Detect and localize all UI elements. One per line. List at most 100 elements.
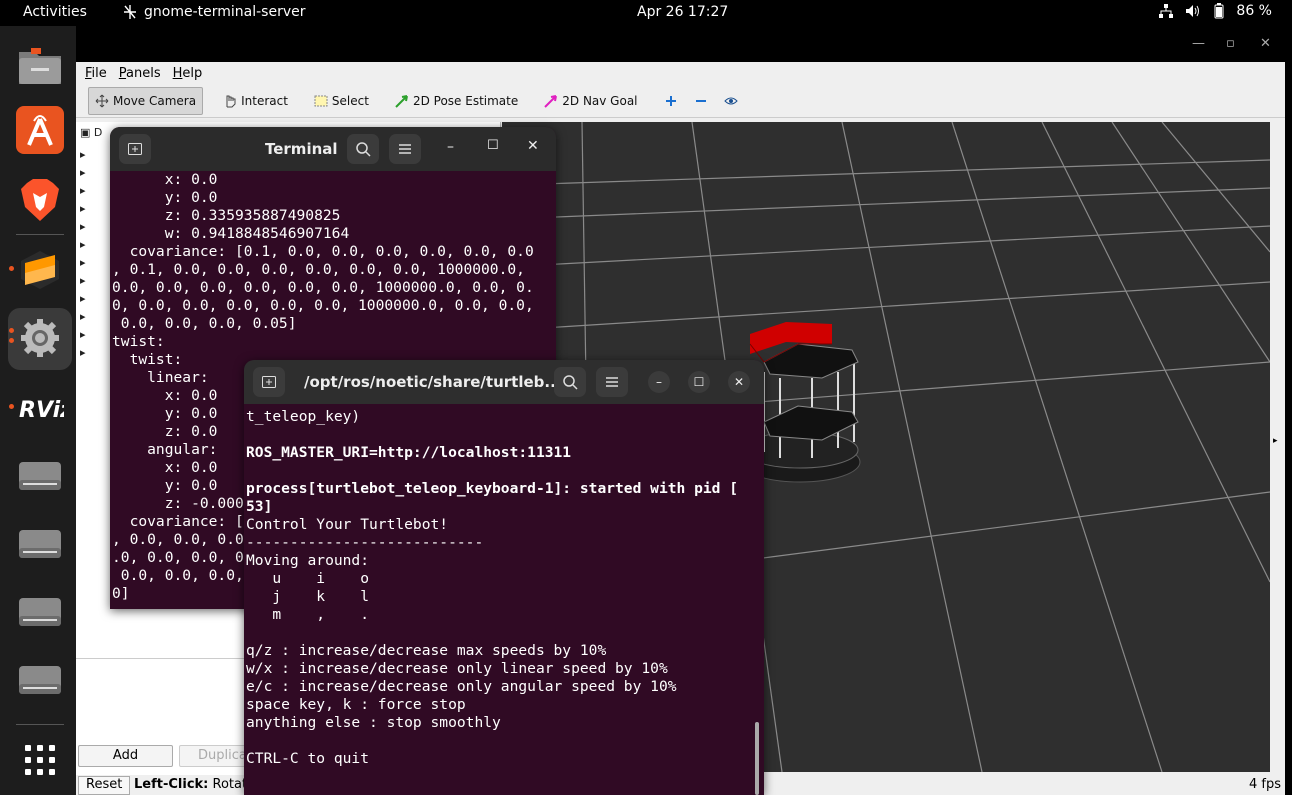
- new-tab-button[interactable]: [253, 367, 285, 397]
- view-panel-button[interactable]: [718, 87, 744, 115]
- tree-expander[interactable]: ▸: [80, 292, 86, 305]
- tree-expander[interactable]: ▸: [80, 256, 86, 269]
- app-menu[interactable]: gnome-terminal-server: [122, 4, 305, 20]
- select-tool[interactable]: Select: [308, 87, 375, 115]
- settings-icon[interactable]: [16, 314, 64, 362]
- search-button[interactable]: [347, 134, 379, 164]
- tree-expander[interactable]: ▸: [80, 166, 86, 179]
- terminal-line: u i o: [246, 570, 370, 587]
- app-grid-icon[interactable]: [16, 736, 64, 784]
- move-camera-tool[interactable]: Move Camera: [88, 86, 204, 115]
- tree-expander[interactable]: ▸: [80, 220, 86, 233]
- displays-header: ▣ D: [80, 126, 102, 139]
- terminal-line: covariance: [0.1, 0.0, 0.0, 0.0, 0.0, 0.…: [112, 243, 534, 260]
- tree-expander[interactable]: ▸: [80, 346, 86, 359]
- maximize-icon[interactable]: ☐: [487, 138, 499, 153]
- tree-expander[interactable]: ▸: [80, 274, 86, 287]
- close-button[interactable]: ✕: [1260, 36, 1271, 51]
- terminal-line: 0.0, 0.0, 0.0, 0.05]: [112, 315, 297, 332]
- tree-expander[interactable]: ▸: [80, 148, 86, 161]
- rviz-titlebar: — ▫ ✕: [76, 26, 1285, 62]
- nav-goal-label: 2D Nav Goal: [562, 93, 638, 108]
- hand-icon: [226, 95, 236, 107]
- add-display-button[interactable]: Add: [78, 745, 173, 767]
- menu-help[interactable]: Help: [173, 66, 203, 81]
- terminal-window-2[interactable]: /opt/ros/noetic/share/turtleb... – ☐ ✕ t…: [244, 360, 764, 795]
- drive-icon[interactable]: [16, 654, 64, 702]
- terminal-1-title: Terminal: [265, 140, 338, 158]
- nav-goal-tool[interactable]: 2D Nav Goal: [538, 87, 643, 115]
- brave-icon[interactable]: [16, 176, 64, 224]
- hamburger-icon: [399, 144, 411, 154]
- terminal-line: ---------------------------: [246, 534, 484, 551]
- status-hint: Left-Click: Rotate: [134, 777, 255, 792]
- minimize-button[interactable]: —: [1192, 36, 1205, 51]
- terminal-2-scrollbar[interactable]: [755, 722, 759, 795]
- tree-expander[interactable]: ▸: [80, 310, 86, 323]
- maximize-button[interactable]: ▫: [1226, 36, 1235, 51]
- terminal-line: w/x : increase/decrease only linear spee…: [246, 660, 668, 677]
- activities-button[interactable]: Activities: [23, 4, 87, 20]
- clock[interactable]: Apr 26 17:27: [637, 4, 728, 20]
- menu-button[interactable]: [596, 367, 628, 397]
- dock-separator: [16, 234, 64, 235]
- app-center-icon[interactable]: [16, 106, 64, 154]
- move-camera-icon: [95, 94, 109, 107]
- close-icon[interactable]: ✕: [728, 371, 750, 393]
- terminal-line: , 0.1, 0.0, 0.0, 0.0, 0.0, 0.0, 0.0, 100…: [112, 261, 525, 278]
- minimize-icon[interactable]: –: [447, 139, 454, 155]
- tree-expander[interactable]: ▸: [80, 238, 86, 251]
- menu-panels[interactable]: Panels: [119, 66, 161, 81]
- terminal-line: space key, k : force stop: [246, 696, 466, 713]
- hamburger-icon: [606, 377, 618, 387]
- rviz-icon[interactable]: RViz: [16, 384, 64, 432]
- tree-expander[interactable]: ▸: [80, 184, 86, 197]
- terminal-line: q/z : increase/decrease max speeds by 10…: [246, 642, 607, 659]
- terminal-line: j k l: [246, 588, 370, 605]
- drive-icon[interactable]: [16, 518, 64, 566]
- terminal-line: twist:: [112, 333, 165, 350]
- tree-expander[interactable]: ▸: [80, 328, 86, 341]
- tree-expander[interactable]: ▸: [80, 202, 86, 215]
- drive-icon[interactable]: [16, 450, 64, 498]
- running-indicator: [9, 404, 14, 409]
- pose-estimate-label: 2D Pose Estimate: [412, 93, 519, 108]
- running-indicator: [9, 338, 14, 343]
- terminal-line: t_teleop_key): [246, 408, 361, 425]
- search-button[interactable]: [554, 367, 586, 397]
- pose-estimate-tool[interactable]: 2D Pose Estimate: [389, 87, 524, 115]
- fps-counter: 4 fps: [1248, 777, 1281, 792]
- battery-icon: [1214, 3, 1224, 19]
- search-icon: [563, 375, 578, 390]
- new-tab-button[interactable]: [119, 134, 151, 164]
- expand-arrow-icon[interactable]: ▸: [1273, 436, 1278, 446]
- add-tool-button[interactable]: [658, 87, 684, 115]
- terminal-2-output[interactable]: t_teleop_key) ROS_MASTER_URI=http://loca…: [244, 404, 764, 768]
- reset-button[interactable]: Reset: [78, 776, 131, 795]
- right-panel-collapsed[interactable]: ▸: [1270, 122, 1285, 772]
- menu-file[interactable]: File: [85, 66, 107, 81]
- files-icon[interactable]: [16, 42, 64, 90]
- terminal-line: x: 0.0: [112, 171, 218, 188]
- interact-tool[interactable]: Interact: [217, 87, 294, 115]
- maximize-icon[interactable]: ☐: [688, 371, 710, 393]
- volume-icon: [1186, 5, 1200, 17]
- terminal-line: 0, 0.0, 0.0, 0.0, 0.0, 0.0, 1000000.0, 0…: [112, 297, 534, 314]
- remove-tool-button[interactable]: [688, 87, 714, 115]
- menu-button[interactable]: [389, 134, 421, 164]
- app-name-label: gnome-terminal-server: [144, 4, 306, 20]
- terminal-2-title: /opt/ros/noetic/share/turtleb...: [304, 373, 562, 391]
- system-tray[interactable]: 86 %: [1158, 3, 1272, 19]
- plus-icon: [665, 95, 676, 106]
- terminal-line: 53]: [246, 498, 273, 515]
- svg-text:RViz: RViz: [19, 398, 64, 423]
- sublime-icon[interactable]: [16, 246, 64, 294]
- duplicate-display-button[interactable]: Duplica: [179, 745, 254, 767]
- drive-icon[interactable]: [16, 586, 64, 634]
- close-icon[interactable]: ✕: [527, 138, 539, 154]
- minimize-icon[interactable]: –: [648, 371, 670, 393]
- terminal-line: z: 0.335935887490825: [112, 207, 341, 224]
